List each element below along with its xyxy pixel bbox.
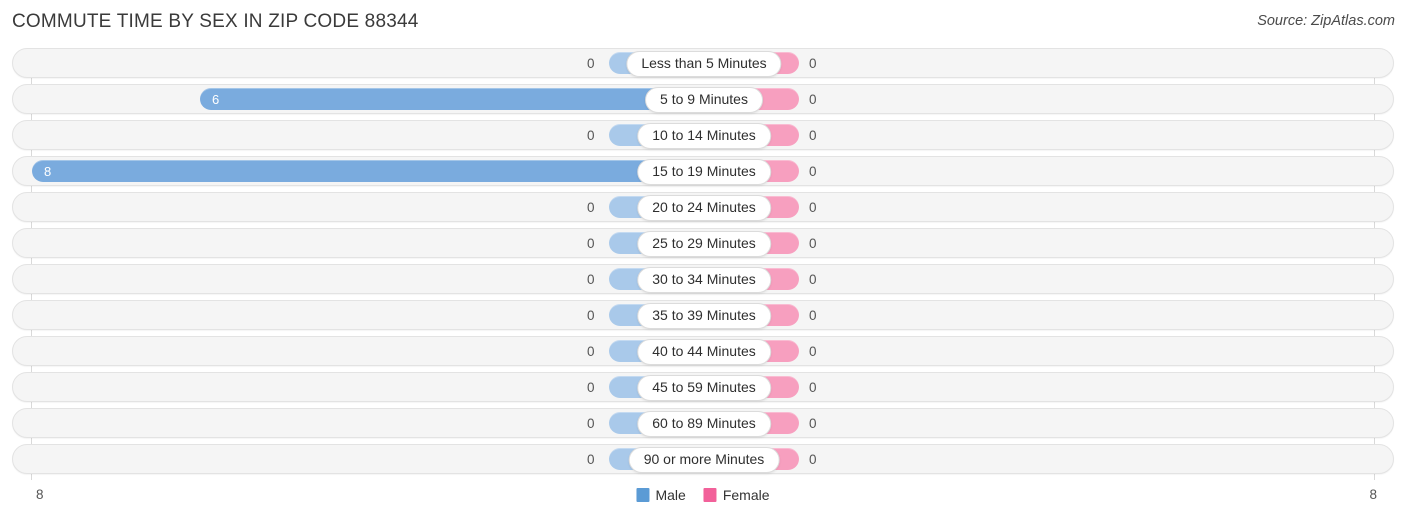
row-track: 0 0 30 to 34 Minutes	[13, 265, 1393, 293]
table-row[interactable]: 0 0 40 to 44 Minutes	[12, 336, 1394, 366]
table-row[interactable]: 0 0 Less than 5 Minutes	[12, 48, 1394, 78]
value-label-male: 0	[587, 344, 595, 359]
row-track: 0 0 90 or more Minutes	[13, 445, 1393, 473]
chart-rows: 0 0 Less than 5 Minutes 6 0 5 to 9 Minutes 0 0 1…	[0, 48, 1406, 480]
page-title: COMMUTE TIME BY SEX IN ZIP CODE 88344	[12, 11, 419, 32]
category-label: 60 to 89 Minutes	[637, 411, 771, 437]
legend-swatch-female-icon	[703, 488, 717, 502]
legend-label-female: Female	[722, 487, 770, 503]
chart-legend: Male Female	[636, 487, 770, 503]
value-label-male: 8	[44, 164, 52, 179]
value-label-female: 0	[809, 452, 817, 467]
row-track: 6 0 5 to 9 Minutes	[13, 85, 1393, 113]
category-label: 15 to 19 Minutes	[637, 159, 771, 185]
table-row[interactable]: 0 0 30 to 34 Minutes	[12, 264, 1394, 294]
value-label-male: 0	[587, 128, 595, 143]
row-track: 8 0 15 to 19 Minutes	[13, 157, 1393, 185]
category-label: 35 to 39 Minutes	[637, 303, 771, 329]
chart-plot-area: 0 0 Less than 5 Minutes 6 0 5 to 9 Minutes 0 0 1…	[0, 48, 1406, 480]
legend-item-female[interactable]: Female	[703, 487, 770, 503]
row-track: 0 0 10 to 14 Minutes	[13, 121, 1393, 149]
source-attribution: Source: ZipAtlas.com	[1257, 13, 1395, 29]
value-label-female: 0	[809, 236, 817, 251]
value-label-male: 0	[587, 452, 595, 467]
row-track: 0 0 60 to 89 Minutes	[13, 409, 1393, 437]
value-label-male: 0	[587, 416, 595, 431]
table-row[interactable]: 0 0 35 to 39 Minutes	[12, 300, 1394, 330]
row-track: 0 0 35 to 39 Minutes	[13, 301, 1393, 329]
value-label-female: 0	[809, 128, 817, 143]
value-label-female: 0	[809, 92, 817, 107]
table-row[interactable]: 0 0 20 to 24 Minutes	[12, 192, 1394, 222]
chart-header: COMMUTE TIME BY SEX IN ZIP CODE 88344 So…	[0, 0, 1406, 46]
value-label-female: 0	[809, 164, 817, 179]
chart-footer: 8 8 Male Female	[0, 482, 1406, 523]
value-label-female: 0	[809, 56, 817, 71]
row-track: 0 0 Less than 5 Minutes	[13, 49, 1393, 77]
category-label: 20 to 24 Minutes	[637, 195, 771, 221]
row-track: 0 0 20 to 24 Minutes	[13, 193, 1393, 221]
row-track: 0 0 40 to 44 Minutes	[13, 337, 1393, 365]
category-label: Less than 5 Minutes	[626, 51, 782, 77]
category-label: 25 to 29 Minutes	[637, 231, 771, 257]
table-row[interactable]: 0 0 45 to 59 Minutes	[12, 372, 1394, 402]
bar-male[interactable]	[200, 88, 704, 110]
axis-tick-left: 8	[36, 487, 44, 502]
value-label-male: 0	[587, 236, 595, 251]
value-label-male: 0	[587, 200, 595, 215]
category-label: 5 to 9 Minutes	[645, 87, 763, 113]
category-label: 40 to 44 Minutes	[637, 339, 771, 365]
table-row[interactable]: 8 0 15 to 19 Minutes	[12, 156, 1394, 186]
category-label: 30 to 34 Minutes	[637, 267, 771, 293]
table-row[interactable]: 6 0 5 to 9 Minutes	[12, 84, 1394, 114]
table-row[interactable]: 0 0 60 to 89 Minutes	[12, 408, 1394, 438]
value-label-female: 0	[809, 308, 817, 323]
row-track: 0 0 25 to 29 Minutes	[13, 229, 1393, 257]
value-label-female: 0	[809, 344, 817, 359]
value-label-female: 0	[809, 272, 817, 287]
value-label-male: 0	[587, 308, 595, 323]
legend-item-male[interactable]: Male	[636, 487, 686, 503]
value-label-male: 0	[587, 56, 595, 71]
legend-swatch-male-icon	[636, 488, 650, 502]
category-label: 10 to 14 Minutes	[637, 123, 771, 149]
legend-label-male: Male	[655, 487, 686, 503]
category-label: 45 to 59 Minutes	[637, 375, 771, 401]
table-row[interactable]: 0 0 25 to 29 Minutes	[12, 228, 1394, 258]
value-label-male: 6	[212, 92, 220, 107]
table-row[interactable]: 0 0 90 or more Minutes	[12, 444, 1394, 474]
value-label-male: 0	[587, 272, 595, 287]
category-label: 90 or more Minutes	[628, 447, 780, 473]
value-label-female: 0	[809, 380, 817, 395]
value-label-female: 0	[809, 200, 817, 215]
table-row[interactable]: 0 0 10 to 14 Minutes	[12, 120, 1394, 150]
axis-tick-right: 8	[1369, 487, 1377, 502]
bar-male[interactable]	[32, 160, 704, 182]
value-label-female: 0	[809, 416, 817, 431]
row-track: 0 0 45 to 59 Minutes	[13, 373, 1393, 401]
value-label-male: 0	[587, 380, 595, 395]
